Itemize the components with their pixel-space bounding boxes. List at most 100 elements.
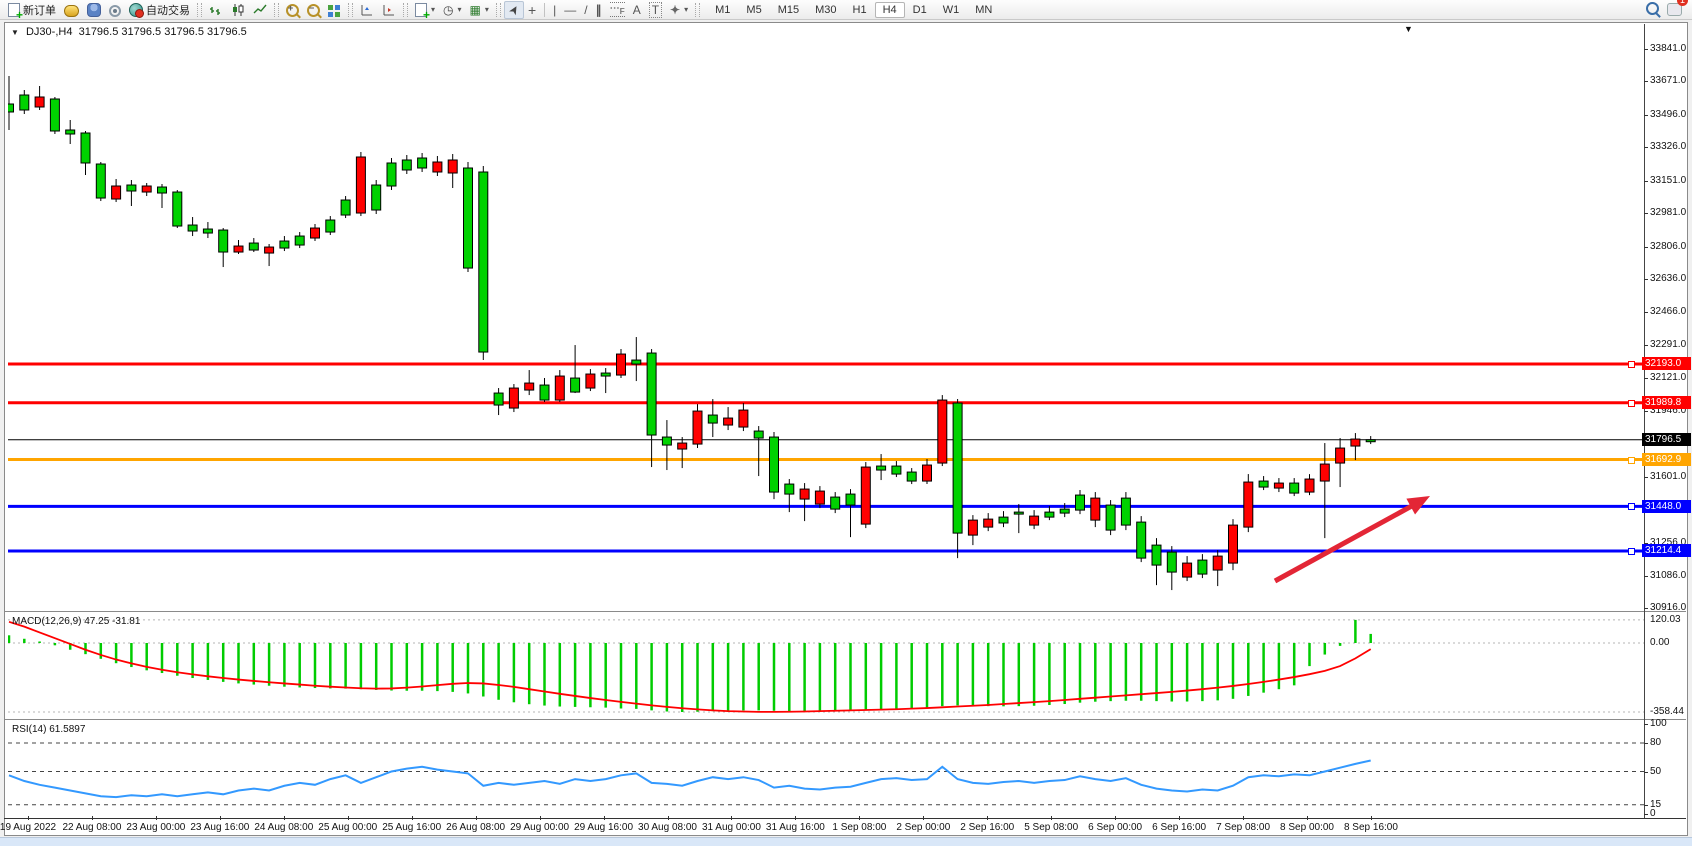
tab-timeframe-M30[interactable]: M30 [807,2,844,18]
price-axis-label: 33496.0 [1650,109,1686,120]
tab-timeframe-M5[interactable]: M5 [738,2,769,18]
crosshair-button[interactable]: + [524,2,540,18]
equidistant-channel-button[interactable]: ∥ [592,2,606,18]
zoom-out-button[interactable]: − [303,2,324,18]
market-watch-button[interactable] [60,2,83,18]
vertical-line-button[interactable]: | [549,2,560,18]
search-button[interactable] [1646,2,1659,18]
new-order-button[interactable]: 新订单 [4,1,60,19]
rsi-canvas [8,720,1644,818]
bar-chart-button[interactable] [205,2,227,18]
bullish-candlestick [770,432,779,499]
tab-timeframe-W1[interactable]: W1 [935,2,968,18]
tab-timeframe-MN[interactable]: MN [967,2,1000,18]
price-label-bid-line: 31796.5 [1642,433,1691,446]
dropdown-arrow-icon: ▾ [485,5,489,14]
line-handle-resistance-1[interactable] [1628,361,1635,368]
navigator-button[interactable] [105,2,125,18]
tab-timeframe-M15[interactable]: M15 [770,2,807,18]
bearish-candlestick [617,349,626,378]
time-axis-border [4,818,1686,819]
time-axis-tickmark [540,816,541,820]
bullish-candlestick [601,368,610,393]
autotrading-label: 自动交易 [146,2,190,18]
fibonacci-icon: ⋯F [610,2,625,17]
bearish-candlestick [815,486,824,508]
tab-timeframe-H4[interactable]: H4 [875,2,905,18]
bullish-candlestick [387,158,396,190]
arrows-button[interactable]: ✦▾ [666,2,692,18]
bullish-candlestick [632,337,641,381]
time-axis-label: 30 Aug 08:00 [638,822,697,833]
horizontal-line-icon: — [564,3,576,17]
chart-shift-marker[interactable]: ▼ [1404,24,1413,34]
time-axis-tickmark [1307,816,1308,820]
tab-timeframe-M1[interactable]: M1 [707,2,738,18]
bullish-candlestick [372,180,381,214]
zoom-in-icon: + [286,4,299,17]
fibonacci-button[interactable]: ⋯F [606,1,629,18]
price-axis-label: 33326.0 [1650,141,1686,152]
candlestick-chart-button[interactable] [227,2,249,18]
bullish-candlestick [1106,500,1115,535]
tile-windows-button[interactable] [324,2,345,17]
data-window-button[interactable] [83,1,105,18]
bullish-candlestick [907,468,916,484]
price-axis-label: 32121.0 [1650,372,1686,383]
zoom-in-button[interactable]: + [282,2,303,18]
bearish-candlestick [1030,510,1039,529]
tab-timeframe-D1[interactable]: D1 [905,2,935,18]
line-handle-pivot[interactable] [1628,457,1635,464]
clock-icon: ◷ [443,3,453,17]
price-axis-label: 32291.0 [1650,339,1686,350]
indicators-button[interactable]: ▾ [411,2,439,18]
time-axis-tickmark [92,816,93,820]
chart-shift-button[interactable] [378,2,400,18]
bullish-candlestick [1290,478,1299,496]
data-window-icon [87,3,101,17]
line-handle-resistance-2[interactable] [1628,400,1635,407]
line-chart-button[interactable] [249,2,271,18]
new-order-label: 新订单 [23,2,56,18]
time-axis-tickmark [859,816,860,820]
bullish-candlestick [188,217,197,236]
trendline-button[interactable]: / [580,2,591,18]
time-axis-tickmark [1179,816,1180,820]
bearish-candlestick [678,437,687,468]
bullish-candlestick [1152,538,1161,585]
bearish-candlestick [265,244,274,266]
tab-timeframe-H1[interactable]: H1 [845,2,875,18]
time-axis-tickmark [348,816,349,820]
notifications-button[interactable]: 1 [1667,1,1682,19]
horizontal-line-button[interactable]: — [560,2,580,18]
bullish-candlestick [1167,546,1176,590]
text-label-button[interactable]: T [645,1,666,19]
auto-scroll-button[interactable] [356,2,378,18]
line-handle-support-2[interactable] [1628,548,1635,555]
price-axis-tickmark [1644,345,1648,346]
rsi-axis-tickmark [1644,743,1648,744]
macd-signal-line [9,622,1371,712]
toolbar-grip [348,3,353,17]
time-axis-tickmark [668,816,669,820]
rsi-axis-tickmark [1644,772,1648,773]
line-handle-support-1[interactable] [1628,503,1635,510]
chart-collapse-icon[interactable]: ▼ [11,28,19,37]
autotrading-button[interactable]: 自动交易 [125,1,194,19]
text-button[interactable]: A [629,2,645,18]
rsi-label: RSI(14) 61.5897 [12,724,85,735]
price-axis-tickmark [1644,312,1648,313]
price-axis-tickmark [1644,608,1648,609]
bullish-candlestick [249,238,258,252]
bullish-candlestick [571,345,580,393]
chart-shift-icon [382,3,396,17]
bullish-candlestick [8,76,14,130]
cursor-button[interactable]: ➤ [504,1,524,19]
rsi-line [9,760,1371,797]
periods-button[interactable]: ◷▾ [439,2,466,18]
toolbar-separator [544,3,545,17]
macd-axis-label: 120.03 [1650,614,1681,625]
bearish-candlestick [1244,474,1253,532]
bearish-candlestick [509,384,518,412]
templates-button[interactable]: ▦▾ [466,2,493,18]
